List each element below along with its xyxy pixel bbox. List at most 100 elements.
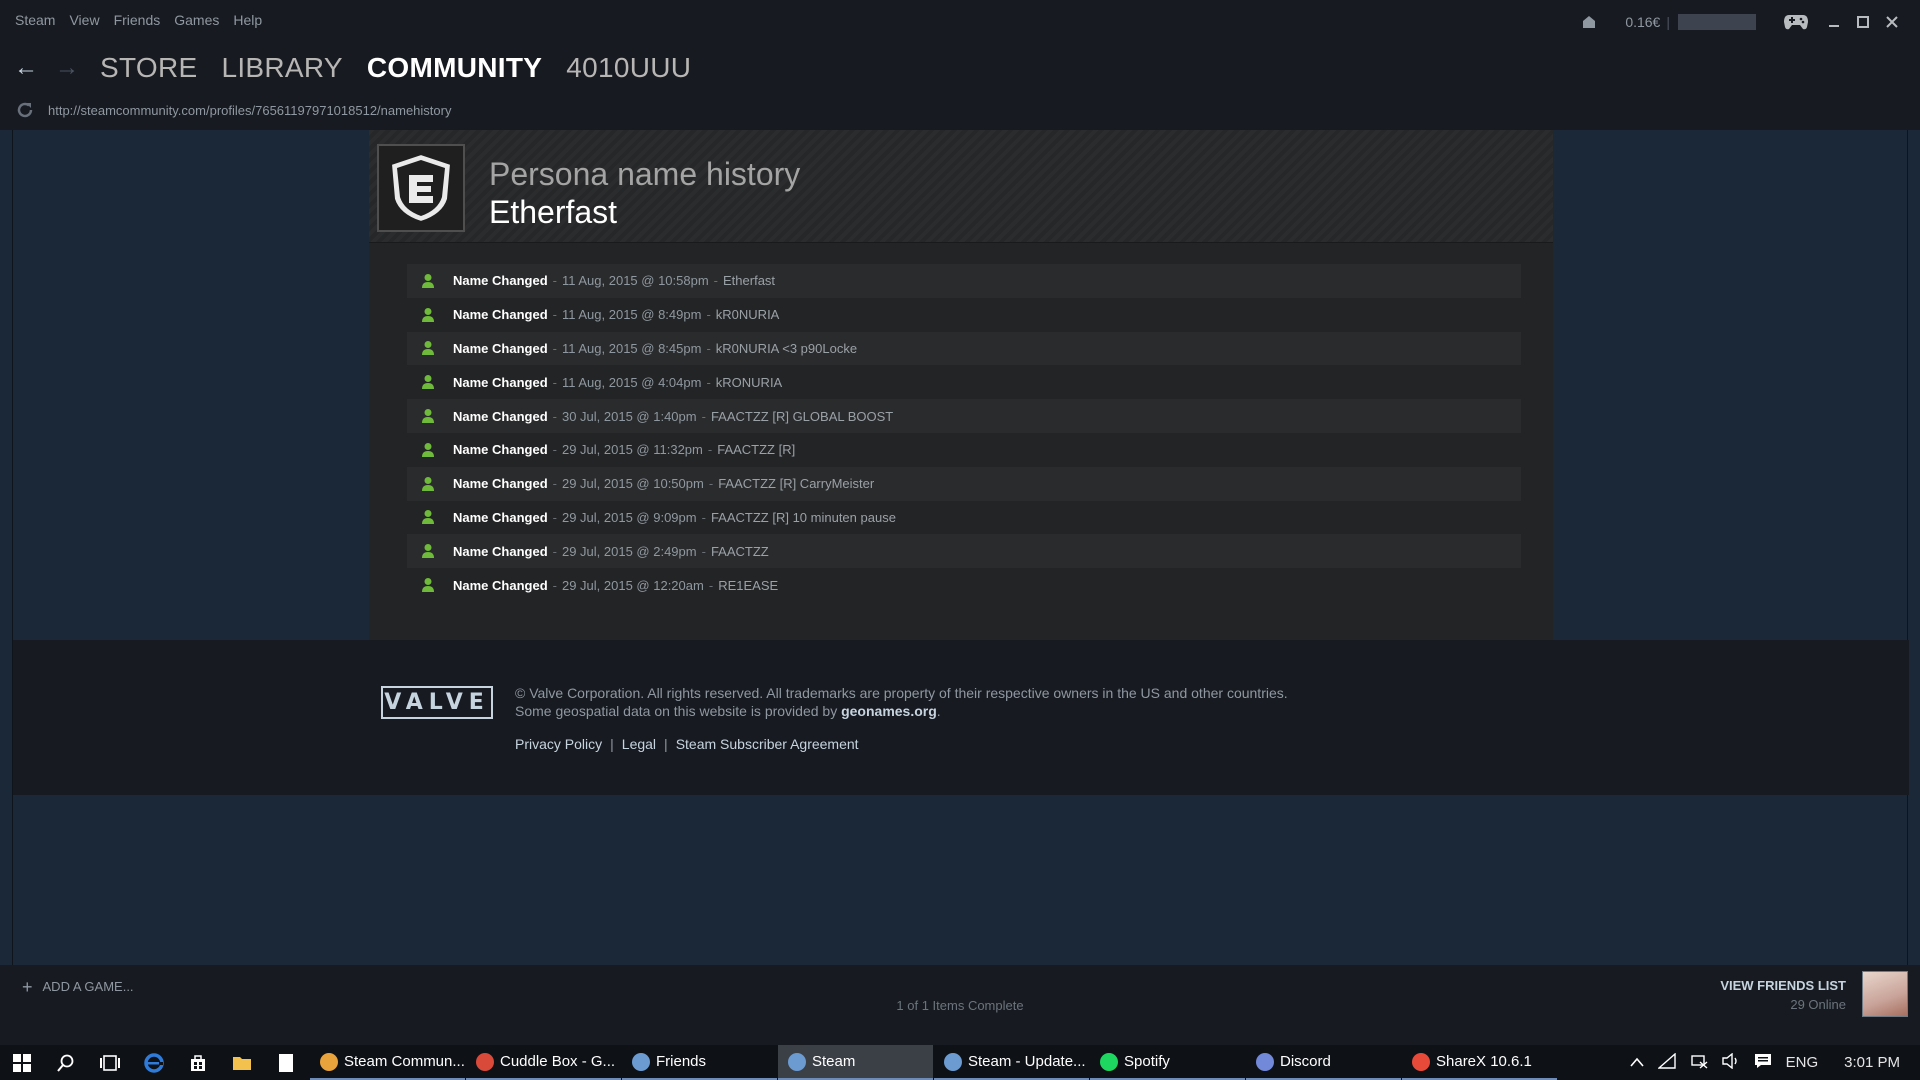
forward-arrow-icon[interactable]: → xyxy=(55,56,79,80)
menu-steam[interactable]: Steam xyxy=(8,12,62,28)
menu-bar: Steam View Friends Games Help xyxy=(8,12,269,28)
friends-online-count: 29 Online xyxy=(1790,997,1846,1012)
notepad-icon[interactable] xyxy=(264,1045,308,1080)
url-text[interactable]: http://steamcommunity.com/profiles/76561… xyxy=(48,103,451,118)
history-row: Name Changed -29 Jul, 2015 @ 10:50pm - FAAC… xyxy=(407,466,1521,501)
legal-link[interactable]: Legal xyxy=(622,736,656,752)
footer-links: Privacy Policy | Legal | Steam Subscriber Ag… xyxy=(515,736,859,752)
taskbar-app-label: Discord xyxy=(1280,1053,1331,1070)
privacy-policy-link[interactable]: Privacy Policy xyxy=(515,736,602,752)
wifi-icon[interactable] xyxy=(1656,1051,1676,1073)
back-arrow-icon[interactable]: ← xyxy=(14,56,38,80)
history-separator: - xyxy=(701,509,706,525)
search-icon[interactable] xyxy=(44,1045,88,1080)
person-icon xyxy=(421,543,435,559)
download-status[interactable]: 1 of 1 Items Complete xyxy=(0,998,1920,1013)
history-date: 11 Aug, 2015 @ 8:49pm xyxy=(561,307,702,323)
close-icon[interactable] xyxy=(1878,8,1906,36)
person-icon xyxy=(421,340,435,356)
taskbar-app[interactable]: Steam xyxy=(778,1045,933,1080)
account-name-redacted[interactable] xyxy=(1678,14,1756,30)
history-date: 11 Aug, 2015 @ 10:58pm xyxy=(561,273,709,289)
taskbar-app[interactable]: Discord xyxy=(1246,1045,1401,1080)
history-row: Name Changed -30 Jul, 2015 @ 1:40pm - FAACT… xyxy=(407,399,1521,433)
url-bar: http://steamcommunity.com/profiles/76561… xyxy=(0,92,1920,130)
title-bar: Steam View Friends Games Help 0.16€ | xyxy=(0,0,1920,44)
windows-taskbar: Steam Commun... Cuddle Box - G... Friends S… xyxy=(0,1045,1920,1080)
history-separator: - xyxy=(552,543,557,559)
nav-community[interactable]: COMMUNITY xyxy=(367,52,542,84)
history-separator: - xyxy=(708,577,714,593)
clock[interactable]: 3:01 PM xyxy=(1844,1054,1900,1071)
footer: VALVE © Valve Corporation. All rights re… xyxy=(13,640,1909,795)
subscriber-agreement-link[interactable]: Steam Subscriber Agreement xyxy=(676,736,859,752)
tray-chevron-icon[interactable] xyxy=(1630,1054,1644,1071)
maximize-icon[interactable] xyxy=(1849,8,1877,36)
nav-library[interactable]: LIBRARY xyxy=(221,52,342,84)
history-row: Name Changed -11 Aug, 2015 @ 8:49pm - kR0NU… xyxy=(407,298,1521,332)
taskbar-app[interactable]: Steam Commun... xyxy=(310,1045,465,1080)
history-date: 29 Jul, 2015 @ 10:50pm xyxy=(561,476,704,492)
taskbar-app[interactable]: Steam - Update... xyxy=(934,1045,1089,1080)
history-name: kR0NURIA xyxy=(715,307,780,323)
history-separator: - xyxy=(552,442,557,458)
person-icon xyxy=(421,307,435,323)
valve-logo[interactable]: VALVE xyxy=(381,686,493,719)
add-game-label: ADD A GAME... xyxy=(42,979,134,994)
history-label: Name Changed xyxy=(453,577,548,593)
history-name: RE1EASE xyxy=(718,577,779,593)
view-friends-button[interactable]: VIEW FRIENDS LIST 29 Online xyxy=(1720,978,1846,1012)
title-controls: 0.16€ | xyxy=(1581,0,1920,44)
taskbar-app[interactable]: Spotify xyxy=(1090,1045,1245,1080)
wallet-balance[interactable]: 0.16€ xyxy=(1625,14,1660,30)
wallet-separator: | xyxy=(1666,14,1670,30)
taskbar-app[interactable]: Friends xyxy=(622,1045,777,1080)
nav-profile[interactable]: 4010UUU xyxy=(566,52,691,84)
history-date: 11 Aug, 2015 @ 8:45pm xyxy=(561,340,702,356)
chrome-icon xyxy=(320,1052,338,1071)
minimize-icon[interactable] xyxy=(1820,8,1848,36)
history-label: Name Changed xyxy=(453,509,548,525)
copyright-line-1: © Valve Corporation. All rights reserved… xyxy=(515,685,1288,701)
history-separator: - xyxy=(552,340,557,356)
history-name: FAACTZZ [R] 10 minuten pause xyxy=(710,509,896,525)
add-game-button[interactable]: + ADD A GAME... xyxy=(22,977,134,998)
history-row: Name Changed -29 Jul, 2015 @ 2:49pm - FAACT… xyxy=(407,534,1521,569)
store-icon[interactable] xyxy=(176,1045,220,1080)
action-center-icon[interactable] xyxy=(1754,1053,1772,1073)
user-avatar[interactable] xyxy=(1862,971,1908,1017)
volume-icon[interactable] xyxy=(1721,1052,1740,1073)
taskbar-app-label: Cuddle Box - G... xyxy=(500,1053,616,1070)
copyright-line-2: Some geospatial data on this website is … xyxy=(515,702,1288,720)
shield-logo-icon xyxy=(389,152,453,224)
big-picture-icon[interactable] xyxy=(1782,8,1810,36)
network-icon[interactable] xyxy=(1690,1053,1708,1073)
nav-store[interactable]: STORE xyxy=(100,52,197,84)
person-icon xyxy=(421,442,435,458)
menu-friends[interactable]: Friends xyxy=(107,12,168,28)
profile-avatar[interactable] xyxy=(377,144,465,232)
menu-view[interactable]: View xyxy=(62,12,106,28)
page-title: Persona name history xyxy=(489,156,801,192)
taskbar-app[interactable]: Cuddle Box - G... xyxy=(466,1045,621,1080)
history-date: 11 Aug, 2015 @ 4:04pm xyxy=(561,374,702,390)
menu-help[interactable]: Help xyxy=(226,12,269,28)
edge-icon[interactable] xyxy=(132,1045,176,1080)
history-separator: - xyxy=(706,374,711,390)
language-indicator[interactable]: ENG xyxy=(1786,1054,1819,1071)
history-separator: - xyxy=(701,543,706,559)
history-separator: - xyxy=(552,408,557,424)
bottom-bar: + ADD A GAME... 1 of 1 Items Complete VIE… xyxy=(0,965,1920,1045)
windows-start-icon[interactable] xyxy=(0,1045,44,1080)
refresh-icon[interactable] xyxy=(15,100,35,126)
history-name: Etherfast xyxy=(723,273,776,289)
link-separator: | xyxy=(664,736,668,752)
task-view-icon[interactable] xyxy=(88,1045,132,1080)
notification-icon[interactable] xyxy=(1581,15,1597,29)
menu-games[interactable]: Games xyxy=(167,12,226,28)
file-explorer-icon[interactable] xyxy=(220,1045,264,1080)
geonames-link[interactable]: geonames.org xyxy=(841,703,937,719)
history-separator: - xyxy=(552,307,557,323)
taskbar-app[interactable]: ShareX 10.6.1 xyxy=(1402,1045,1557,1080)
name-history-list: Name Changed - 11 Aug, 2015 @ 10:58pm - Ethe… xyxy=(407,264,1521,602)
